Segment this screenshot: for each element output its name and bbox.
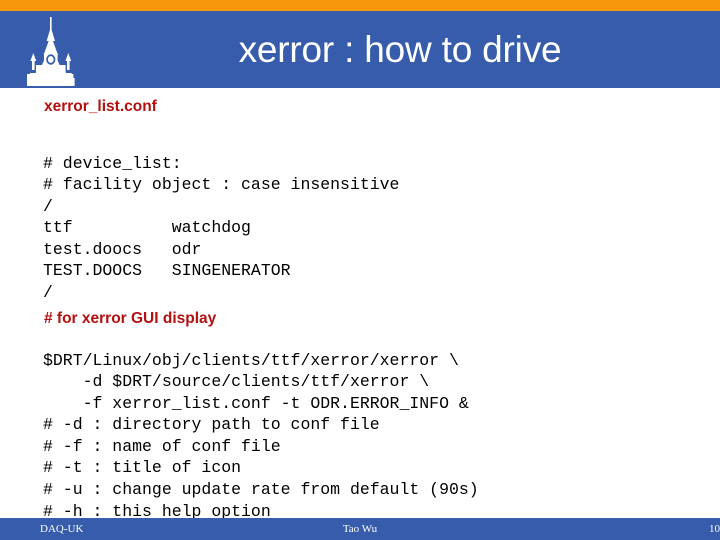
- code-block-launch-command: $DRT/Linux/obj/clients/ttf/xerror/xerror…: [43, 350, 479, 521]
- section-heading-conf-file: xerror_list.conf: [44, 98, 157, 115]
- top-accent-bar: [0, 0, 720, 11]
- footer-page-number: 10: [709, 523, 720, 535]
- slide-footer: DAQ-UK Tao Wu 10: [0, 518, 720, 540]
- slide: xerror : how to drive xerror_list.conf #…: [0, 0, 720, 540]
- slide-body: xerror_list.conf # device_list: # facili…: [0, 88, 720, 521]
- university-tower-logo-icon: [22, 15, 80, 88]
- section-heading-gui-display: # for xerror GUI display: [44, 310, 217, 327]
- slide-header: xerror : how to drive: [0, 11, 720, 88]
- page-title: xerror : how to drive: [238, 29, 562, 70]
- code-block-device-list: # device_list: # facility object : case …: [43, 153, 400, 303]
